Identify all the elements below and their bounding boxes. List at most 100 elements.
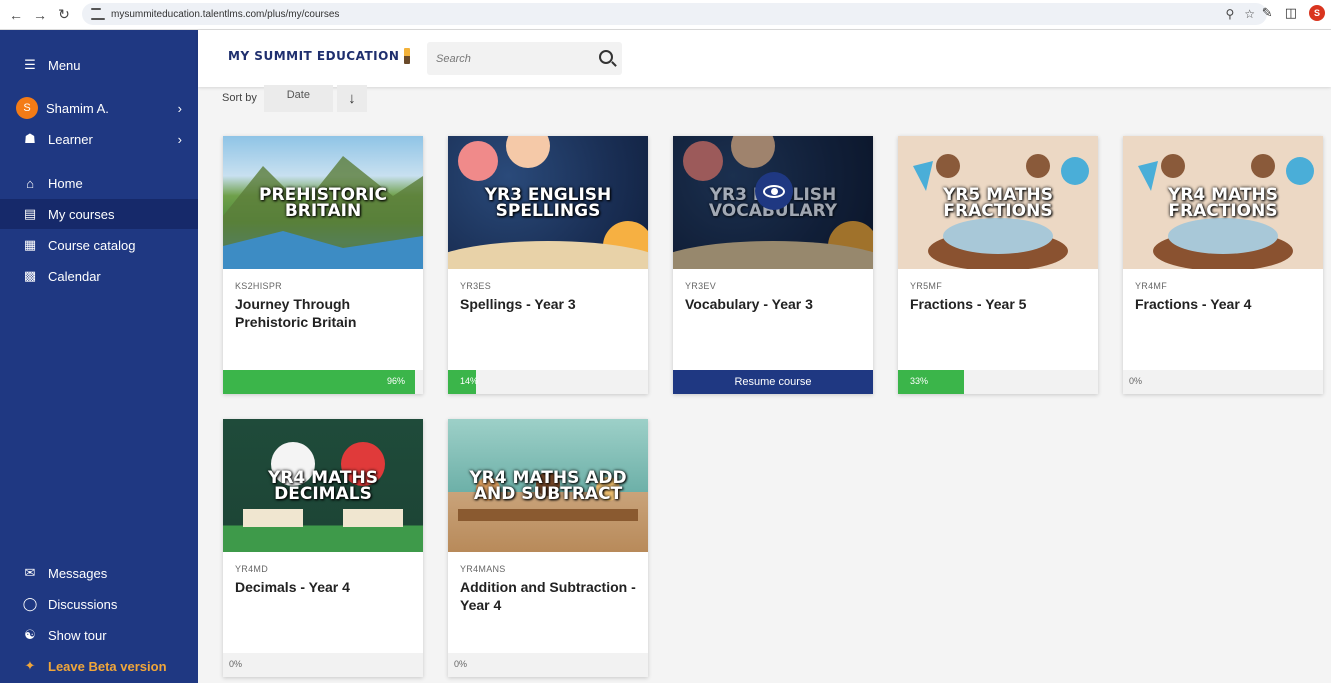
course-code: KS2HISPR (235, 281, 282, 291)
search-icon[interactable] (599, 50, 613, 64)
chevron-right-icon: › (177, 100, 182, 116)
brand-logo[interactable]: MY SUMMIT EDUCATION (228, 48, 411, 64)
course-thumbnail[interactable]: YR4 MATHS ADD AND SUBTRACT (448, 419, 648, 552)
reload-icon[interactable]: ↻ (54, 5, 74, 25)
progress-label: 0% (1129, 376, 1143, 386)
course-code: YR3ES (460, 281, 492, 291)
course-code: YR5MF (910, 281, 943, 291)
sidebar-item-home[interactable]: ⌂ Home (0, 168, 198, 198)
back-icon[interactable]: ← (6, 5, 26, 25)
course-code: YR3EV (685, 281, 717, 291)
profile-avatar[interactable]: S (1309, 5, 1325, 21)
hamburger-icon: ☰ (24, 57, 36, 72)
role-selector[interactable]: ☗ Learner › (0, 124, 198, 154)
forward-icon[interactable]: → (30, 5, 50, 25)
menu-toggle[interactable]: ☰ Menu (0, 50, 198, 80)
course-title[interactable]: Vocabulary - Year 3 (685, 295, 863, 313)
zoom-icon[interactable]: ⚲ (1225, 7, 1234, 21)
sidebar-item-messages[interactable]: ✉ Messages (0, 558, 198, 588)
progress-bar: 14% (448, 370, 648, 394)
course-title[interactable]: Decimals - Year 4 (235, 578, 413, 596)
progress-bar: 96% (223, 370, 423, 394)
course-thumbnail[interactable]: YR3 ENGLISH SPELLINGS (448, 136, 648, 269)
sidebar-item-label: Show tour (48, 627, 107, 643)
thumbnail-title: PREHISTORIC BRITAIN (259, 184, 387, 221)
sidebar-item-label: Messages (48, 565, 108, 581)
home-icon: ⌂ (26, 175, 34, 191)
progress-bar: 0% (448, 653, 648, 677)
thumbnail-title: YR5 MATHS FRACTIONS (943, 184, 1053, 221)
logo-text: MY SUMMIT EDUCATION (228, 49, 400, 63)
course-thumbnail[interactable]: YR4 MATHS DECIMALS (223, 419, 423, 552)
user-name: Shamim A. (46, 100, 109, 116)
discussions-icon: ◯ (22, 596, 38, 611)
top-header: MY SUMMIT EDUCATION Search (198, 30, 1331, 87)
course-title[interactable]: Journey Through Prehistoric Britain (235, 295, 413, 331)
bookmark-star-icon[interactable]: ☆ (1244, 7, 1255, 21)
sidepanel-icon[interactable]: ◫ (1285, 5, 1297, 21)
sidebar-item-label: Leave Beta version (48, 658, 167, 674)
learner-icon: ☗ (24, 131, 36, 146)
thumbnail-title: YR3 ENGLISH SPELLINGS (484, 184, 612, 221)
course-card[interactable]: YR5 MATHS FRACTIONS YR5MF Fractions - Ye… (898, 136, 1098, 394)
search-box[interactable]: Search (427, 42, 622, 75)
course-card[interactable]: YR4 MATHS ADD AND SUBTRACT YR4MANS Addit… (448, 419, 648, 677)
progress-bar: 0% (1123, 370, 1323, 394)
book-icon: ▤ (23, 206, 37, 221)
thumbnail-title: YR4 MATHS DECIMALS (268, 467, 378, 504)
course-code: YR4MF (1135, 281, 1168, 291)
course-title[interactable]: Spellings - Year 3 (460, 295, 638, 313)
sidebar-item-course-catalog[interactable]: ▦ Course catalog (0, 230, 198, 260)
course-card[interactable]: YR3 ENGLISH VOCABULARY YR3EV Vocabulary … (673, 136, 873, 394)
role-label: Learner (48, 131, 93, 147)
torch-icon (404, 48, 411, 64)
sort-label: Sort by (222, 92, 257, 104)
beta-icon: ✦ (24, 658, 36, 673)
sidebar-item-label: Home (48, 175, 83, 191)
course-title[interactable]: Addition and Subtraction - Year 4 (460, 578, 638, 614)
menu-label: Menu (48, 57, 81, 73)
sidebar-item-discussions[interactable]: ◯ Discussions (0, 589, 198, 619)
sidebar-item-my-courses[interactable]: ▤ My courses (0, 199, 198, 229)
preview-eye-icon[interactable] (755, 172, 793, 210)
progress-label: 0% (454, 659, 468, 669)
sidebar-item-label: Calendar (48, 268, 101, 284)
sort-field-select[interactable]: Date (263, 84, 333, 112)
progress-bar: 33% (898, 370, 1098, 394)
course-thumbnail[interactable]: YR5 MATHS FRACTIONS (898, 136, 1098, 269)
course-thumbnail[interactable]: YR3 ENGLISH VOCABULARY (673, 136, 873, 269)
sidebar-item-label: Course catalog (48, 237, 136, 253)
browser-toolbar: ← → ↻ mysummiteducation.talentlms.com/pl… (0, 0, 1331, 30)
address-bar[interactable]: mysummiteducation.talentlms.com/plus/my/… (82, 3, 1267, 25)
sidebar-item-leave-beta[interactable]: ✦ Leave Beta version (0, 651, 198, 681)
progress-label: 33% (910, 376, 929, 386)
extensions-icon[interactable]: ✎ (1262, 5, 1273, 21)
sidebar: ☰ Menu S Shamim A. › ☗ Learner › ⌂ Home … (0, 30, 198, 683)
course-title[interactable]: Fractions - Year 5 (910, 295, 1088, 313)
course-card[interactable]: YR3 ENGLISH SPELLINGS YR3ES Spellings - … (448, 136, 648, 394)
calendar-icon: ▩ (23, 268, 37, 283)
course-card[interactable]: YR4 MATHS FRACTIONS YR4MF Fractions - Ye… (1123, 136, 1323, 394)
user-menu[interactable]: S Shamim A. › (0, 93, 198, 123)
user-avatar: S (16, 97, 38, 119)
url-text: mysummiteducation.talentlms.com/plus/my/… (111, 8, 340, 20)
course-code: YR4MANS (460, 564, 506, 574)
progress-fill (898, 370, 964, 394)
sidebar-item-show-tour[interactable]: ☯ Show tour (0, 620, 198, 650)
sidebar-item-label: My courses (48, 206, 115, 222)
progress-label: 14% (460, 376, 479, 386)
site-settings-icon[interactable] (91, 8, 105, 20)
course-title[interactable]: Fractions - Year 4 (1135, 295, 1313, 313)
search-input[interactable]: Search (436, 53, 471, 65)
thumbnail-title: YR4 MATHS FRACTIONS (1168, 184, 1278, 221)
course-thumbnail[interactable]: PREHISTORIC BRITAIN (223, 136, 423, 269)
course-thumbnail[interactable]: YR4 MATHS FRACTIONS (1123, 136, 1323, 269)
resume-course-button[interactable]: Resume course (673, 370, 873, 394)
course-card[interactable]: PREHISTORIC BRITAIN KS2HISPR Journey Thr… (223, 136, 423, 394)
sidebar-item-calendar[interactable]: ▩ Calendar (0, 261, 198, 291)
sort-direction-icon[interactable]: ↓ (336, 84, 367, 112)
progress-label: 96% (387, 376, 406, 386)
course-card[interactable]: YR4 MATHS DECIMALS YR4MD Decimals - Year… (223, 419, 423, 677)
catalog-icon: ▦ (23, 237, 37, 252)
sidebar-item-label: Discussions (48, 596, 118, 612)
